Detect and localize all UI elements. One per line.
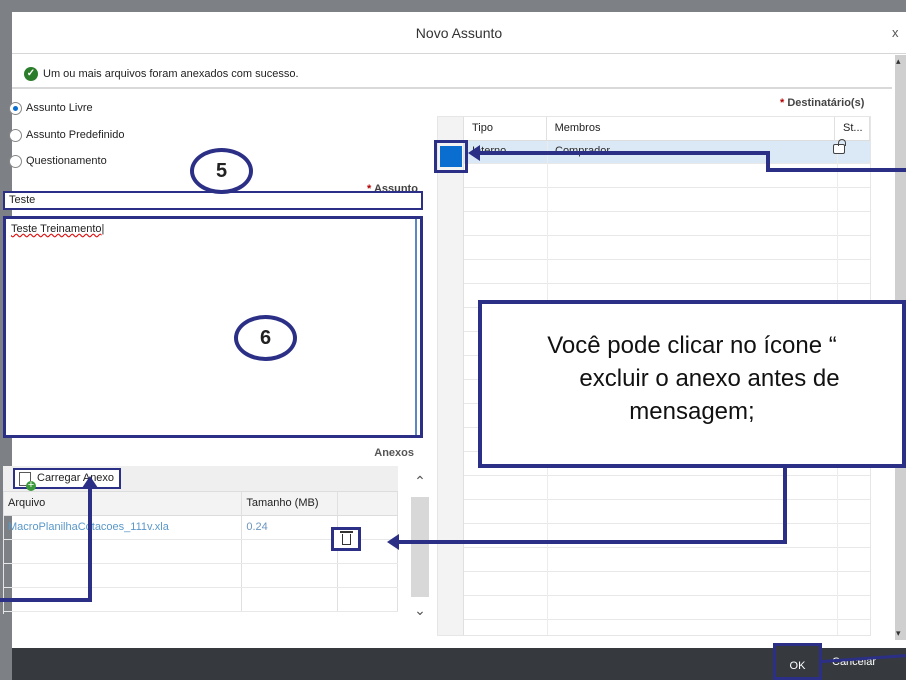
lock-icon [833, 139, 846, 154]
annotation-arrow [468, 145, 480, 161]
body-text: Teste Treinamento [11, 223, 102, 235]
annotation-line [88, 486, 92, 602]
annotation-arrow [82, 476, 98, 488]
row-select-checkbox[interactable] [434, 140, 468, 173]
step-badge-6: 6 [234, 315, 297, 361]
col-membros[interactable]: Membros [547, 117, 835, 140]
callout-line-3: mensagem; [629, 398, 755, 425]
step-badge-5: 5 [190, 148, 253, 194]
attachments-table: Arquivo Tamanho (MB) MacroPlanilhaCotaco… [3, 492, 398, 614]
annotation-line [766, 168, 906, 172]
radio-icon-checked[interactable] [9, 101, 22, 115]
scrollbar-thumb[interactable] [411, 497, 429, 597]
annotation-line [783, 468, 787, 544]
tutorial-callout: Você pode clicar no ícone “ excluir o an… [478, 300, 906, 468]
success-message-strip: ✓ Um ou mais arquivos foram anexados com… [12, 62, 892, 89]
callout-line-1: Você pode clicar no ícone “ [547, 332, 837, 359]
radio-icon[interactable] [9, 154, 22, 168]
col-status[interactable]: St... [835, 117, 870, 140]
chevron-down-icon[interactable]: ⌄ [413, 603, 427, 617]
annotation-line [397, 540, 787, 544]
row-selector-column [438, 117, 464, 635]
add-file-icon [19, 472, 36, 491]
radio-questionamento[interactable]: Questionamento [9, 152, 107, 170]
recipients-label: * Destinatário(s) [780, 97, 865, 109]
col-tipo[interactable]: Tipo [464, 117, 547, 140]
attachments-toolbar: Carregar Anexo [3, 466, 398, 492]
radio-assunto-predefinido[interactable]: Assunto Predefinido [9, 126, 124, 144]
dialog-title: Novo Assunto [12, 12, 906, 54]
annotation-line [478, 151, 770, 155]
radio-label: Assunto Predefinido [26, 129, 125, 141]
radio-label: Assunto Livre [26, 102, 93, 114]
attachment-size: 0.24 [242, 516, 339, 539]
chevron-up-icon[interactable]: ▴ [896, 56, 901, 67]
delete-attachment-button[interactable] [331, 527, 361, 551]
chevron-up-icon[interactable]: ⌃ [413, 474, 427, 488]
annotation-arrow [387, 534, 399, 550]
dialog-footer [12, 648, 906, 680]
radio-icon[interactable] [9, 128, 22, 142]
subject-input[interactable]: Teste [3, 191, 423, 210]
success-check-icon: ✓ [24, 67, 38, 81]
annotation-line [0, 598, 92, 602]
chevron-down-icon[interactable]: ▾ [896, 628, 901, 639]
trash-icon [340, 531, 353, 545]
callout-line-2: excluir o anexo antes de [579, 365, 840, 392]
recipients-table-header: Tipo Membros St... [464, 117, 870, 141]
attachment-file-link[interactable]: MacroPlanilhaCotacoes_111v.xla [4, 516, 243, 539]
upload-attachment-button[interactable]: Carregar Anexo [13, 468, 122, 491]
message-body-textarea[interactable]: Teste Treinamento| [3, 216, 423, 438]
attachments-table-header: Arquivo Tamanho (MB) [4, 492, 398, 516]
attachments-scrollbar[interactable]: ⌃ ⌄ [409, 471, 431, 619]
success-message-text: Um ou mais arquivos foram anexados com s… [43, 68, 299, 80]
table-row [4, 564, 398, 588]
col-arquivo[interactable]: Arquivo [4, 492, 243, 515]
ok-button[interactable]: OK [773, 643, 822, 680]
attachments-label: Anexos [374, 447, 414, 459]
radio-label: Questionamento [26, 155, 107, 167]
col-tamanho[interactable]: Tamanho (MB) [242, 492, 339, 515]
close-icon[interactable]: x [892, 12, 906, 54]
radio-assunto-livre[interactable]: Assunto Livre [9, 99, 93, 117]
